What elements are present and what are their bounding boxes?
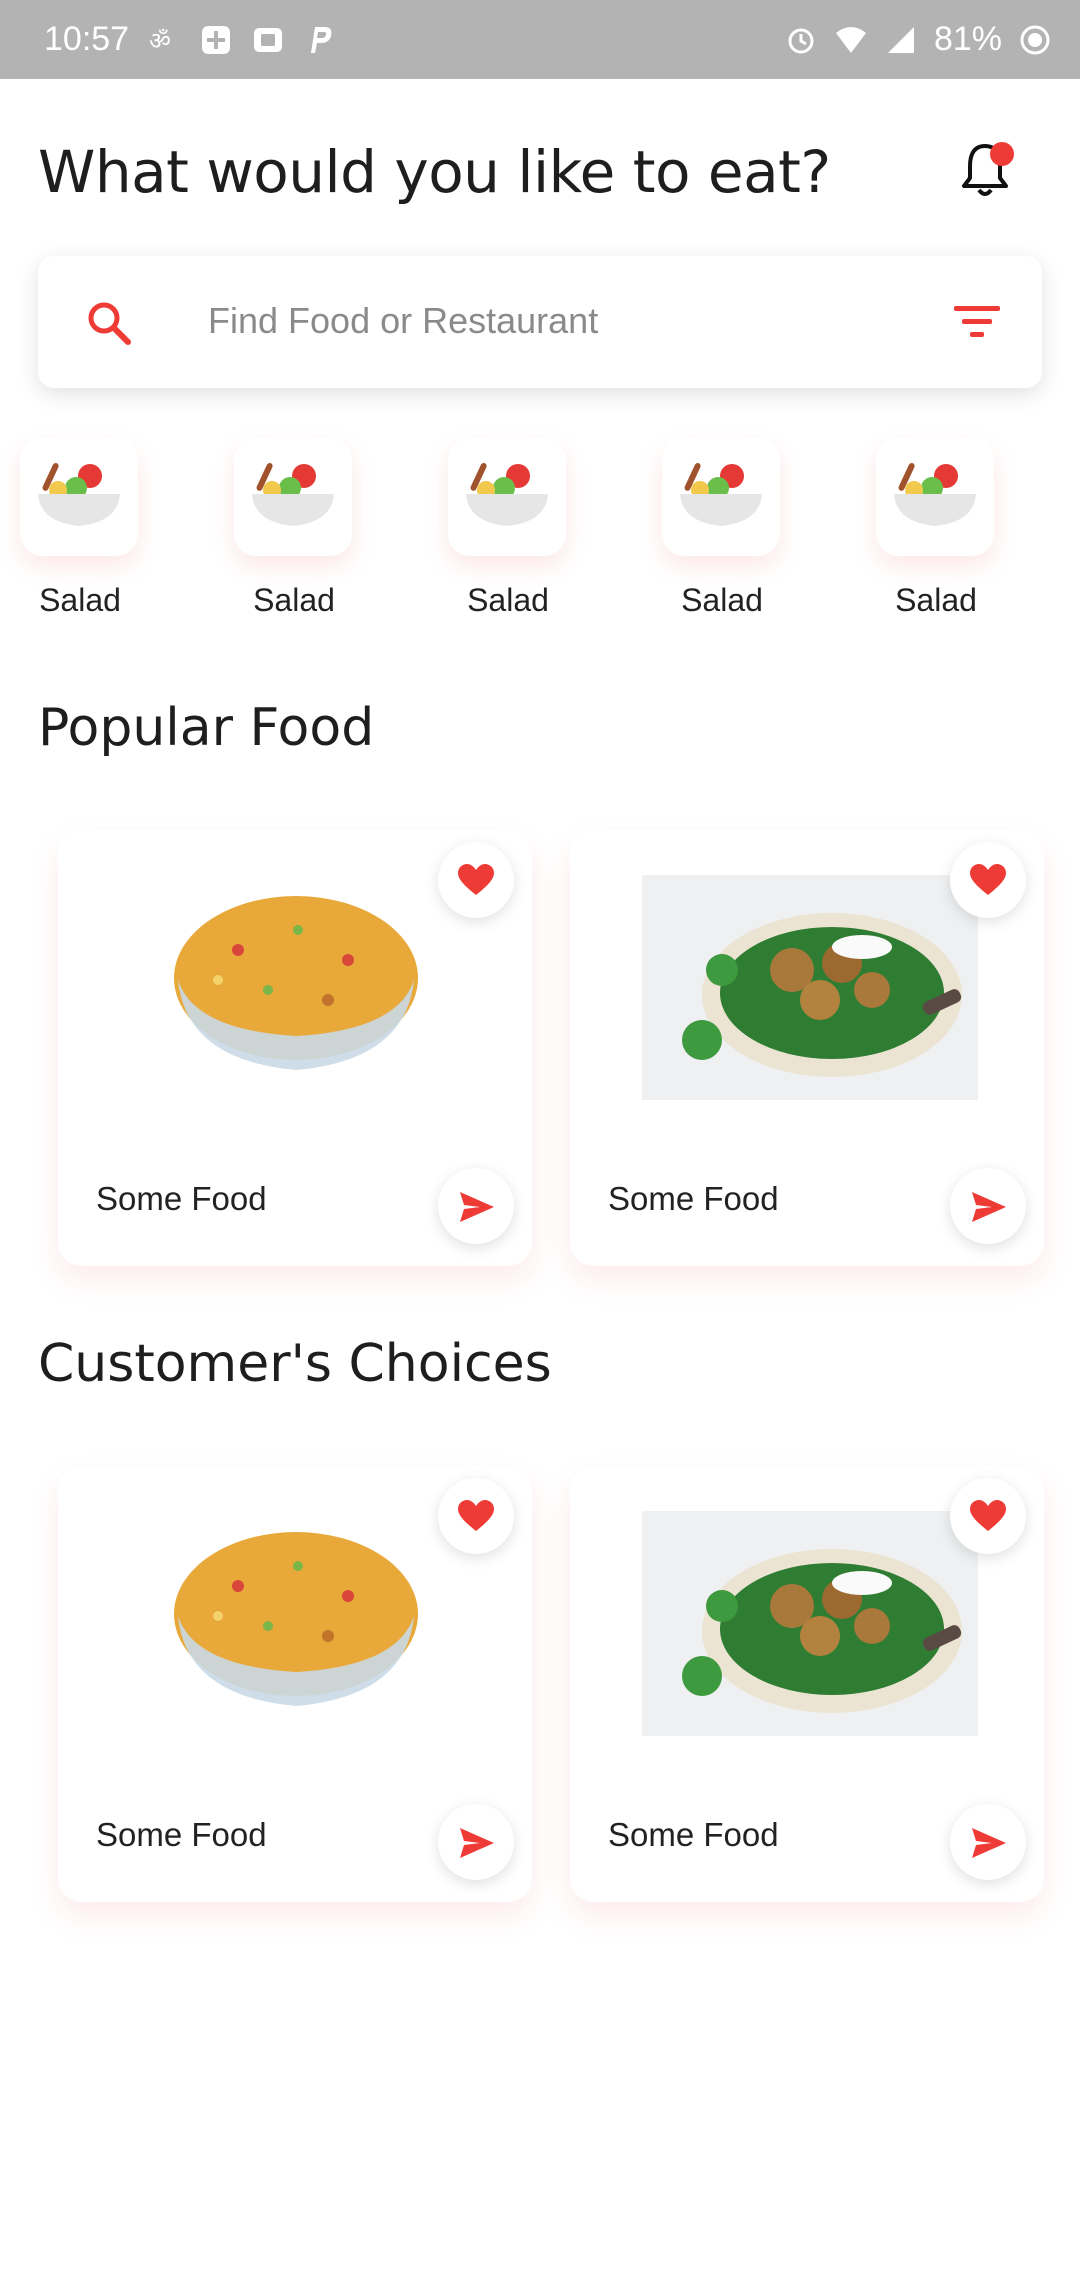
category-item[interactable]: Salad	[662, 438, 782, 619]
status-time: 10:57	[44, 20, 130, 58]
category-item[interactable]: Salad	[876, 438, 996, 619]
category-tile[interactable]	[662, 438, 780, 556]
send-button[interactable]	[438, 1168, 514, 1244]
popular-food-title: Popular Food	[38, 698, 375, 758]
salad-bowl-icon	[252, 463, 334, 526]
category-tile[interactable]	[20, 438, 138, 556]
status-left: 10:57 ॐ	[44, 20, 337, 59]
heart-icon	[458, 1500, 494, 1531]
falafel-salad-bowl-image	[642, 875, 978, 1100]
send-button[interactable]	[950, 1168, 1026, 1244]
category-tile[interactable]	[234, 438, 352, 556]
food-card[interactable]: Some Food	[58, 830, 532, 1266]
page-title: What would you like to eat?	[38, 138, 831, 206]
send-icon	[972, 1192, 1006, 1222]
send-button[interactable]	[950, 1804, 1026, 1880]
category-label: Salad	[39, 582, 121, 618]
snack-mix-bowl-image	[174, 1532, 418, 1706]
wifi-icon	[835, 26, 866, 53]
send-icon	[972, 1828, 1006, 1858]
battery-percent: 81%	[933, 20, 1002, 58]
food-card[interactable]: Some Food	[570, 1466, 1044, 1902]
category-label: Salad	[895, 582, 977, 618]
p-icon	[311, 26, 332, 53]
svg-text:ॐ: ॐ	[149, 27, 171, 55]
favorite-button[interactable]	[950, 842, 1026, 918]
salad-bowl-icon	[894, 463, 976, 526]
salad-bowl-icon	[38, 463, 120, 526]
category-tile[interactable]	[876, 438, 994, 556]
food-card[interactable]: Some Food	[570, 830, 1044, 1266]
category-item[interactable]: Salad	[20, 438, 140, 619]
falafel-salad-bowl-image	[642, 1511, 978, 1736]
customers-choices-title: Customer's Choices	[38, 1334, 552, 1394]
plus-box-icon	[202, 25, 231, 54]
food-name: Some Food	[608, 1816, 779, 1853]
food-name: Some Food	[96, 1816, 267, 1853]
status-bar: 10:57 ॐ 81%	[0, 0, 1080, 79]
food-name: Some Food	[608, 1180, 779, 1217]
category-tile[interactable]	[448, 438, 566, 556]
send-button[interactable]	[438, 1804, 514, 1880]
favorite-button[interactable]	[438, 842, 514, 918]
food-name: Some Food	[96, 1180, 267, 1217]
media-icon	[254, 27, 283, 52]
signal-icon	[887, 26, 914, 53]
send-icon	[460, 1192, 494, 1222]
category-label: Salad	[467, 582, 549, 618]
filter-icon[interactable]	[952, 302, 1002, 342]
search-icon[interactable]	[84, 298, 134, 348]
category-item[interactable]: Salad	[234, 438, 354, 619]
heart-icon	[970, 864, 1006, 895]
search-bar[interactable]: Find Food or Restaurant	[38, 256, 1042, 388]
status-right: 81%	[784, 20, 1052, 59]
snack-mix-bowl-image	[174, 896, 418, 1070]
send-icon	[460, 1828, 494, 1858]
salad-bowl-icon	[466, 463, 548, 526]
android-app-icon: ॐ	[149, 27, 171, 55]
food-card[interactable]: Some Food	[58, 1466, 532, 1902]
alarm-icon	[788, 28, 814, 53]
category-item[interactable]: Salad	[448, 438, 568, 619]
salad-bowl-icon	[680, 463, 762, 526]
battery-icon	[1020, 25, 1050, 54]
heart-icon	[458, 864, 494, 895]
heart-icon	[970, 1500, 1006, 1531]
category-label: Salad	[253, 582, 335, 618]
search-input[interactable]: Find Food or Restaurant	[208, 300, 598, 342]
category-label: Salad	[681, 582, 763, 618]
favorite-button[interactable]	[950, 1478, 1026, 1554]
notification-badge	[990, 142, 1014, 166]
favorite-button[interactable]	[438, 1478, 514, 1554]
